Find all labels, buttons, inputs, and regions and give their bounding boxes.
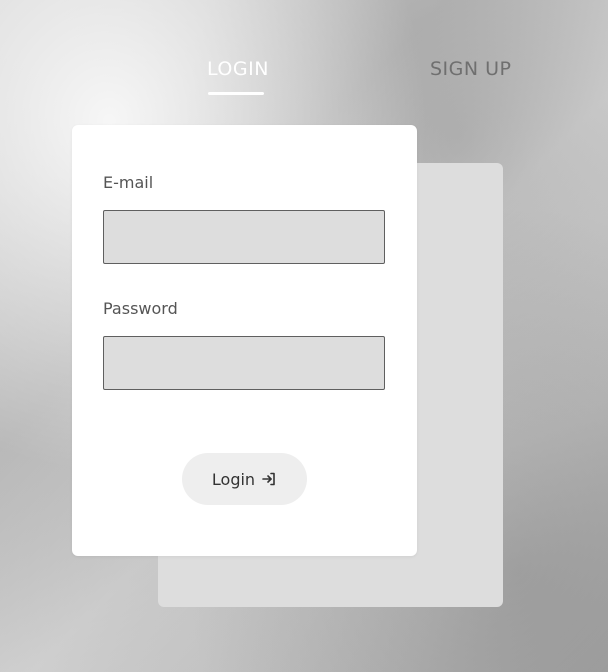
- login-button[interactable]: Login: [182, 453, 307, 505]
- auth-tabs: LOGIN SIGN UP: [0, 58, 608, 98]
- login-button-label: Login: [211, 469, 256, 489]
- login-arrow-icon: [261, 471, 277, 487]
- password-field[interactable]: [103, 336, 385, 390]
- tab-signup[interactable]: SIGN UP: [430, 58, 512, 94]
- tab-login[interactable]: LOGIN: [207, 58, 269, 94]
- email-field[interactable]: [103, 210, 385, 264]
- active-tab-underline: [208, 92, 264, 95]
- email-label: E-mail: [103, 173, 154, 192]
- login-card: E-mail Password Login: [72, 125, 417, 556]
- password-label: Password: [103, 299, 178, 318]
